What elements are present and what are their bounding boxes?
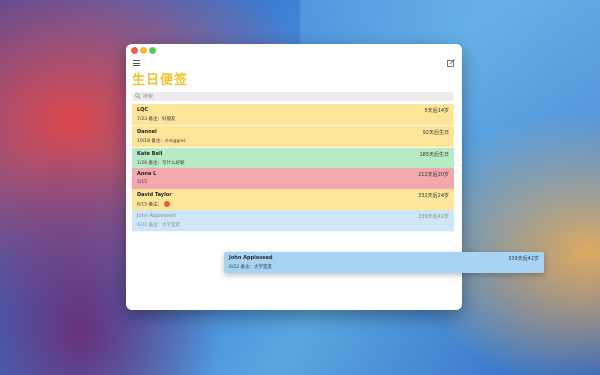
close-window-button[interactable] [131, 47, 138, 54]
countdown-label: 212天后20岁 [418, 172, 449, 178]
page-title: 生日便签 [132, 73, 189, 88]
contact-name: David Taylor [137, 192, 172, 198]
menu-icon[interactable] [133, 60, 140, 66]
emoji-icon [164, 201, 171, 207]
search-input[interactable] [143, 92, 443, 101]
contact-detail: 2/15 [137, 180, 148, 185]
contact-name: John Appleseed [137, 213, 176, 219]
contact-detail: 6/22 备注：大学室友 [137, 223, 181, 228]
contact-detail: 6/22 备注：大学室友 [229, 265, 273, 270]
minimize-window-button[interactable] [140, 47, 147, 54]
countdown-label: 332天后24岁 [418, 193, 449, 199]
countdown-label: 5天后14岁 [424, 108, 449, 114]
dragged-list-item[interactable]: John Appleseed 6/22 备注：大学室友 339天后42岁 [224, 252, 544, 273]
contact-detail: 7/23 备注：好朋友 [137, 117, 176, 122]
contact-detail: 6/15 备注： [137, 201, 171, 208]
list-item[interactable]: John Appleseed 6/22 备注：大学室友 339天后42岁 [132, 210, 454, 232]
title-bar [126, 44, 462, 58]
list-item[interactable]: David Taylor 6/15 备注： 332天后24岁 [132, 189, 454, 211]
countdown-label: 92天后生日 [422, 130, 449, 136]
contact-detail: 1/26 备注：写什么好呢 [137, 161, 185, 166]
list-item[interactable]: Anna L 2/15 212天后20岁 [132, 168, 454, 190]
list-item[interactable]: Dannel 10/18 备注：d-higgins 92天后生日 [132, 126, 454, 148]
countdown-label: 339天后42岁 [508, 256, 539, 262]
zoom-window-button[interactable] [149, 47, 156, 54]
contact-name: LQC [137, 107, 149, 113]
list-item[interactable]: LQC 7/23 备注：好朋友 5天后14岁 [132, 104, 454, 126]
contact-name: Kate Bell [137, 151, 163, 157]
list-item[interactable]: Kate Bell 1/26 备注：写什么好呢 185天后生日 [132, 148, 454, 170]
contact-name: Dannel [137, 129, 157, 135]
countdown-label: 339天后42岁 [418, 214, 449, 220]
compose-icon[interactable] [447, 59, 455, 67]
search-bar[interactable] [132, 92, 454, 101]
note-text: 6/15 备注： [137, 202, 163, 208]
contact-detail: 10/18 备注：d-higgins [137, 139, 186, 144]
countdown-label: 185天后生日 [419, 152, 449, 158]
search-icon [135, 93, 141, 99]
contact-name: Anna L [137, 171, 157, 177]
contact-name: John Appleseed [229, 255, 273, 261]
